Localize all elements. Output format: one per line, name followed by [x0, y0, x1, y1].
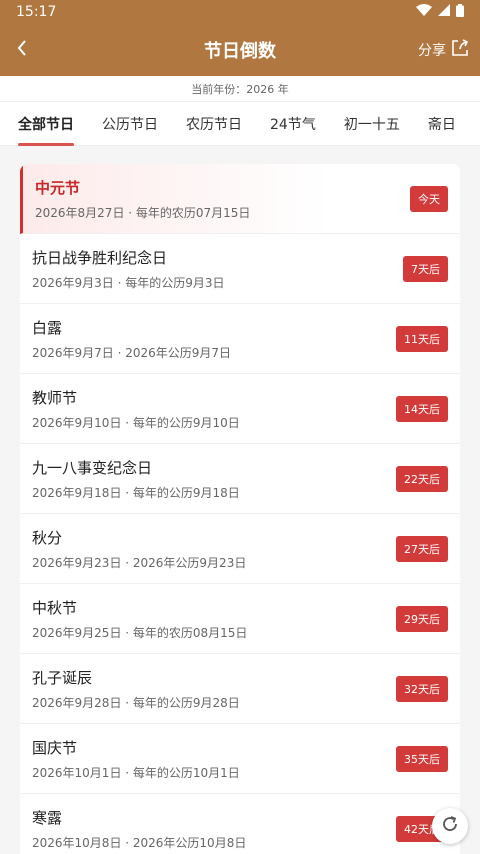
festival-date: 2026年8月27日 · 每年的农历07月15日 [35, 205, 251, 220]
countdown-badge: 11天后 [396, 325, 448, 352]
refresh-icon [440, 814, 460, 838]
tab-first-fifteenth[interactable]: 初一十五 [330, 102, 414, 146]
festival-date: 2026年10月1日 · 每年的公历10月1日 [32, 765, 240, 780]
list-item[interactable]: 秋分 2026年9月23日 · 2026年公历9月23日 27天后 [20, 514, 460, 584]
festival-name: 秋分 [32, 528, 63, 547]
countdown-badge: 7天后 [403, 255, 448, 282]
list-item[interactable]: 寒露 2026年10月8日 · 2026年公历10月8日 42天后 [20, 794, 460, 854]
countdown-badge: 32天后 [396, 675, 448, 702]
status-time: 15:17 [16, 4, 57, 20]
app-bar: 节日倒数 分享 [0, 24, 480, 76]
festival-name: 教师节 [32, 388, 78, 407]
back-button[interactable] [0, 24, 44, 76]
festival-date: 2026年9月25日 · 每年的农历08月15日 [32, 625, 248, 640]
chevron-left-icon [16, 39, 28, 61]
festival-name: 寒露 [32, 808, 63, 827]
category-tabs: 全部节日 公历节日 农历节日 24节气 初一十五 斋日 [0, 102, 480, 146]
festival-name: 中秋节 [32, 598, 78, 617]
tab-solar-terms[interactable]: 24节气 [256, 102, 330, 146]
countdown-badge: 22天后 [396, 465, 448, 492]
list-item[interactable]: 孔子诞辰 2026年9月28日 · 每年的公历9月28日 32天后 [20, 654, 460, 724]
festival-name: 抗日战争胜利纪念日 [32, 248, 168, 267]
signal-icon [438, 4, 450, 20]
festival-date: 2026年9月28日 · 每年的公历9月28日 [32, 695, 240, 710]
status-bar: 15:17 [0, 0, 480, 24]
countdown-badge: 14天后 [396, 395, 448, 422]
list-item[interactable]: 九一八事变纪念日 2026年9月18日 · 每年的公历9月18日 22天后 [20, 444, 460, 514]
list-item[interactable]: 教师节 2026年9月10日 · 每年的公历9月10日 14天后 [20, 374, 460, 444]
current-year-info: 当前年份：2026 年 [0, 76, 480, 102]
list-item[interactable]: 中秋节 2026年9月25日 · 每年的农历08月15日 29天后 [20, 584, 460, 654]
refresh-button[interactable] [432, 808, 468, 844]
wifi-icon [416, 4, 432, 20]
list-item[interactable]: 抗日战争胜利纪念日 2026年9月3日 · 每年的公历9月3日 7天后 [20, 234, 460, 304]
festival-date: 2026年9月3日 · 每年的公历9月3日 [32, 275, 225, 290]
festival-date: 2026年9月23日 · 2026年公历9月23日 [32, 555, 247, 570]
festival-date: 2026年9月18日 · 每年的公历9月18日 [32, 485, 240, 500]
list-item[interactable]: 国庆节 2026年10月1日 · 每年的公历10月1日 35天后 [20, 724, 460, 794]
list-item[interactable]: 中元节 2026年8月27日 · 每年的农历07月15日 今天 [20, 164, 460, 234]
share-icon [450, 38, 470, 62]
tab-solar-festivals[interactable]: 公历节日 [88, 102, 172, 146]
festival-name: 孔子诞辰 [32, 668, 93, 687]
festival-name: 中元节 [35, 178, 81, 197]
countdown-badge: 29天后 [396, 605, 448, 632]
festival-date: 2026年9月10日 · 每年的公历9月10日 [32, 415, 240, 430]
countdown-badge: 27天后 [396, 535, 448, 562]
tab-lunar-festivals[interactable]: 农历节日 [172, 102, 256, 146]
page-title: 节日倒数 [204, 41, 276, 62]
festival-name: 九一八事变纪念日 [32, 458, 153, 477]
countdown-badge: 今天 [410, 185, 448, 212]
tab-fasting-days[interactable]: 斋日 [414, 102, 470, 146]
festival-date: 2026年9月7日 · 2026年公历9月7日 [32, 345, 232, 360]
festival-date: 2026年10月8日 · 2026年公历10月8日 [32, 835, 247, 850]
list-item[interactable]: 白露 2026年9月7日 · 2026年公历9月7日 11天后 [20, 304, 460, 374]
battery-icon [456, 3, 464, 21]
festival-list: 中元节 2026年8月27日 · 每年的农历07月15日 今天 抗日战争胜利纪念… [20, 164, 460, 854]
festival-name: 国庆节 [32, 738, 78, 757]
festival-name: 白露 [32, 318, 63, 337]
countdown-badge: 35天后 [396, 745, 448, 772]
share-label: 分享 [418, 43, 446, 59]
tab-all-festivals[interactable]: 全部节日 [4, 102, 88, 146]
share-button[interactable]: 分享 [418, 38, 470, 62]
